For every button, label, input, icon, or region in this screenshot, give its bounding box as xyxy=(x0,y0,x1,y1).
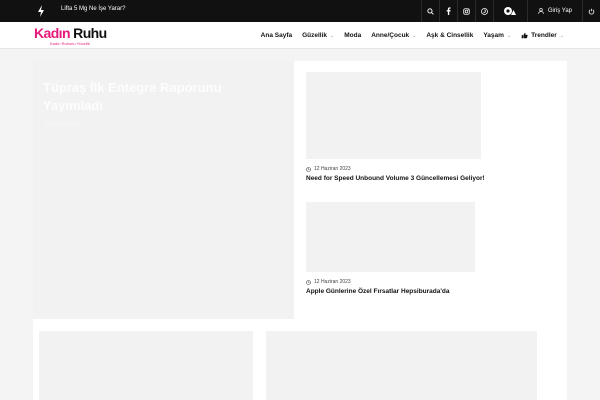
pinterest-link[interactable] xyxy=(474,0,493,22)
power-button[interactable] xyxy=(582,0,600,22)
post-thumbnail[interactable] xyxy=(306,72,481,159)
nav-item-guzellik[interactable]: Güzellik ⌄ xyxy=(302,32,334,39)
site-logo-link[interactable] xyxy=(492,0,527,22)
search-button[interactable] xyxy=(420,0,439,22)
nav-label: Ana Sayfa xyxy=(260,32,293,39)
chevron-down-icon: ⌄ xyxy=(330,32,335,39)
logo-tagline: Kadın Ruhunu Yüceltir xyxy=(50,41,90,46)
trending-link[interactable]: Lifta 5 Mg Ne İşe Yarar? xyxy=(61,6,125,12)
instagram-link[interactable] xyxy=(456,0,475,22)
featured-post[interactable]: Tüpraş İlk Entegre Raporunu Yayımladı 12… xyxy=(33,61,294,319)
side-posts: 12 Haziran 2023 Need for Speed Unbound V… xyxy=(294,61,567,319)
nav-item-ask-cinsellik[interactable]: Aşk & Cinsellik xyxy=(426,32,473,39)
post-grid xyxy=(33,319,567,400)
post-thumbnail[interactable] xyxy=(306,202,475,272)
site-logo[interactable]: Kadın Ruhu Kadın Ruhunu Yüceltir xyxy=(34,26,107,46)
post-title[interactable]: Apple Günlerine Özel Fırsatlar Hepsibura… xyxy=(306,288,450,295)
chevron-down-icon: ⌄ xyxy=(412,32,417,39)
nav-item-anne-cocuk[interactable]: Anne/Çocuk ⌄ xyxy=(371,32,416,39)
nav-label: Aşk & Cinsellik xyxy=(426,32,474,39)
featured-post-date: 12 Haziran 2023 xyxy=(43,121,80,127)
logo-part-ruhu: Ruhu xyxy=(69,25,107,41)
logo-part-kadin: Kadın xyxy=(34,25,70,41)
nav-label: Trendler xyxy=(531,32,557,39)
facebook-link[interactable] xyxy=(438,0,457,22)
post-title[interactable]: Need for Speed Unbound Volume 3 Güncelle… xyxy=(306,175,485,182)
post-date-text: 12 Haziran 2023 xyxy=(314,166,351,172)
site-logo-icon xyxy=(504,7,517,15)
login-button[interactable]: Giriş Yap xyxy=(526,0,582,22)
site-header: Kadın Ruhu Kadın Ruhunu Yüceltir Ana Say… xyxy=(0,22,600,49)
main-nav: Ana Sayfa Güzellik ⌄ Moda Anne/Çocuk ⌄ A… xyxy=(261,22,564,49)
top-bar: Lifta 5 Mg Ne İşe Yarar? Giriş Yap xyxy=(0,0,600,22)
facebook-icon xyxy=(446,7,451,15)
clock-icon xyxy=(306,279,311,285)
featured-post-title[interactable]: Tüpraş İlk Entegre Raporunu Yayımladı xyxy=(43,79,283,115)
post-card[interactable] xyxy=(39,331,253,400)
user-icon xyxy=(538,8,544,14)
nav-label: Anne/Çocuk xyxy=(371,32,410,39)
power-icon xyxy=(588,8,595,14)
login-label: Giriş Yap xyxy=(547,8,572,14)
chevron-down-icon: ⌄ xyxy=(506,32,512,39)
search-icon xyxy=(427,7,434,15)
pinterest-icon xyxy=(480,7,488,15)
nav-label: Güzellik xyxy=(302,32,328,39)
logo-wordmark: Kadın Ruhu xyxy=(34,26,107,40)
post-date: 12 Haziran 2023 xyxy=(306,279,351,285)
nav-label: Moda xyxy=(344,32,362,39)
thumbs-up-icon xyxy=(521,32,528,39)
nav-item-ana-sayfa[interactable]: Ana Sayfa xyxy=(261,32,292,39)
nav-item-yasam[interactable]: Yaşam ⌄ xyxy=(483,32,511,39)
instagram-icon xyxy=(463,7,470,15)
post-card[interactable] xyxy=(266,331,537,400)
nav-item-trendler[interactable]: Trendler ⌄ xyxy=(521,32,564,39)
nav-item-moda[interactable]: Moda xyxy=(344,32,361,39)
top-bar-icons: Giriş Yap xyxy=(420,0,600,22)
post-date: 12 Haziran 2023 xyxy=(306,166,351,172)
chevron-down-icon: ⌄ xyxy=(559,32,564,39)
bolt-icon xyxy=(38,5,44,17)
post-date-text: 12 Haziran 2023 xyxy=(314,279,351,285)
clock-icon xyxy=(306,166,311,172)
nav-label: Yaşam xyxy=(483,32,504,39)
